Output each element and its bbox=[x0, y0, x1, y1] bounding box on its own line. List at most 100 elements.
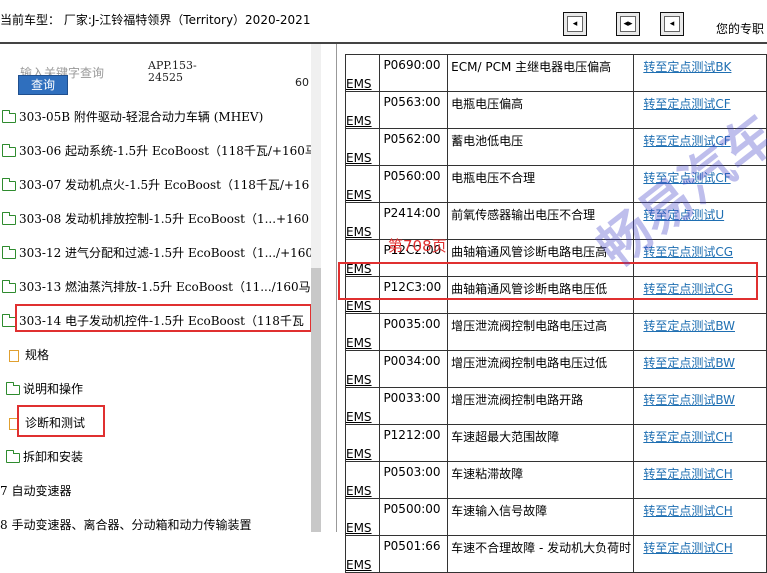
tree-item-303-05b[interactable]: 303-05B 附件驱动-轻混合动力车辆 (MHEV) bbox=[2, 108, 263, 128]
table-row: EMS P0035:00 增压泄流阀控制电路电压过高 转至定点测试BW bbox=[344, 313, 767, 351]
user-label: 您的专职 bbox=[716, 22, 765, 36]
folder-icon bbox=[2, 279, 16, 293]
pinpoint-test-link[interactable]: 转至定点测试BK bbox=[643, 60, 731, 74]
pinpoint-test-link[interactable]: 转至定点测试CF bbox=[643, 134, 730, 148]
system-cell: EMS bbox=[344, 498, 381, 536]
system-cell: EMS bbox=[344, 350, 381, 388]
tree-item-label: 303-08 发动机排放控制-1.5升 EcoBoost（1...+160 bbox=[19, 212, 309, 226]
dtc-description: 电瓶电压偏高 bbox=[447, 91, 635, 129]
system-link[interactable]: EMS bbox=[346, 188, 372, 202]
highlight-diagnosis bbox=[17, 405, 105, 437]
dtc-code: P0562:00 bbox=[379, 128, 449, 166]
dtc-description: 增压泄流阀控制电路开路 bbox=[447, 387, 635, 425]
dtc-code: P0034:00 bbox=[379, 350, 449, 388]
dtc-code: P0690:00 bbox=[379, 54, 449, 92]
system-cell: EMS bbox=[344, 128, 381, 166]
system-link[interactable]: EMS bbox=[346, 447, 372, 461]
system-link[interactable]: EMS bbox=[346, 114, 372, 128]
dtc-description: 车速超最大范围故障 bbox=[447, 424, 635, 462]
search-button[interactable]: 查询 bbox=[18, 75, 68, 95]
tree-item-303-12[interactable]: 303-12 进气分配和过滤-1.5升 EcoBoost（1.../+160 bbox=[2, 244, 313, 264]
tree-item-303-06[interactable]: 303-06 起动系统-1.5升 EcoBoost（118千瓦/+160马 bbox=[2, 142, 317, 162]
tree-item-303-08[interactable]: 303-08 发动机排放控制-1.5升 EcoBoost（1...+160 bbox=[2, 210, 309, 230]
highlight-p12c3 bbox=[338, 262, 758, 300]
folder-icon bbox=[2, 177, 16, 191]
system-link[interactable]: EMS bbox=[346, 373, 372, 387]
table-row: EMS P0560:00 电瓶电压不合理 转至定点测试CF bbox=[344, 165, 767, 203]
folder-icon bbox=[6, 449, 20, 463]
pinpoint-test-link[interactable]: 转至定点测试CF bbox=[643, 171, 730, 185]
tree-item-303-13[interactable]: 303-13 燃油蒸汽排放-1.5升 EcoBoost（11.../160马 bbox=[2, 278, 311, 298]
pinpoint-test-link[interactable]: 转至定点测试CF bbox=[643, 97, 730, 111]
tree-item-303-07[interactable]: 303-07 发动机点火-1.5升 EcoBoost（118千瓦/+16 bbox=[2, 176, 309, 196]
highlight-303-14 bbox=[15, 304, 312, 332]
tree-item-removal[interactable]: 拆卸和安装 bbox=[6, 448, 83, 468]
system-cell: EMS bbox=[344, 202, 381, 240]
dtc-code: P0563:00 bbox=[379, 91, 449, 129]
system-cell: EMS bbox=[344, 424, 381, 462]
folder-icon bbox=[6, 381, 20, 395]
tree-item-label: 说明和操作 bbox=[23, 382, 84, 396]
tree-item-label: 303-07 发动机点火-1.5升 EcoBoost（118千瓦/+16 bbox=[19, 178, 310, 192]
pinpoint-test-link[interactable]: 转至定点测试BW bbox=[643, 393, 735, 407]
folder-icon bbox=[2, 109, 16, 123]
pinpoint-test-cell: 转至定点测试CH bbox=[633, 424, 767, 462]
dtc-code: P2414:00 bbox=[379, 202, 449, 240]
system-cell: EMS bbox=[344, 461, 381, 499]
system-link[interactable]: EMS bbox=[346, 299, 372, 313]
pinpoint-test-link[interactable]: 转至定点测试BW bbox=[643, 319, 735, 333]
pinpoint-test-cell: 转至定点测试BW bbox=[633, 313, 767, 351]
pinpoint-test-cell: 转至定点测试CH bbox=[633, 498, 767, 536]
dtc-code: P0033:00 bbox=[379, 387, 449, 425]
dtc-table: EMS P0690:00 ECM/ PCM 主继电器电压偏高 转至定点测试BK EMS P… bbox=[344, 54, 767, 573]
system-link[interactable]: EMS bbox=[346, 410, 372, 424]
pinpoint-test-link[interactable]: 转至定点测试CG bbox=[643, 245, 733, 259]
pinpoint-test-link[interactable]: 转至定点测试CH bbox=[643, 430, 732, 444]
dtc-description: 电瓶电压不合理 bbox=[447, 165, 635, 203]
tree-item-specs[interactable]: 规格 bbox=[9, 346, 49, 366]
tree-scrollbar-thumb[interactable] bbox=[311, 268, 321, 532]
pinpoint-test-link[interactable]: 转至定点测试BW bbox=[643, 356, 735, 370]
pinpoint-test-cell: 转至定点测试BW bbox=[633, 350, 767, 388]
folder-icon bbox=[2, 313, 16, 327]
table-row: EMS P0563:00 电瓶电压偏高 转至定点测试CF bbox=[344, 91, 767, 129]
dtc-code: P0503:00 bbox=[379, 461, 449, 499]
table-row: EMS P2414:00 前氧传感器输出电压不合理 转至定点测试U bbox=[344, 202, 767, 240]
system-link[interactable]: EMS bbox=[346, 558, 372, 572]
fit-page-icon: ◂▸ bbox=[623, 19, 633, 29]
dtc-description: 蓄电池低电压 bbox=[447, 128, 635, 166]
system-link[interactable]: EMS bbox=[346, 521, 372, 535]
pinpoint-test-cell: 转至定点测试CF bbox=[633, 165, 767, 203]
fit-page-button[interactable]: ◂▸ bbox=[616, 12, 640, 36]
system-cell: EMS bbox=[344, 535, 381, 573]
table-row: EMS P0500:00 车速输入信号故障 转至定点测试CH bbox=[344, 498, 767, 536]
system-cell: EMS bbox=[344, 313, 381, 351]
tree-item-label: 303-06 起动系统-1.5升 EcoBoost（118千瓦/+160马 bbox=[19, 144, 317, 158]
pinpoint-test-link[interactable]: 转至定点测试U bbox=[643, 208, 724, 222]
pinpoint-test-cell: 转至定点测试CH bbox=[633, 535, 767, 573]
tree-item-description[interactable]: 说明和操作 bbox=[6, 380, 83, 400]
pinpoint-test-cell: 转至定点测试BW bbox=[633, 387, 767, 425]
system-link[interactable]: EMS bbox=[346, 336, 372, 350]
top-bar: 当前车型： 厂家:J-江铃福特领界（Territory）2020-2021 ◂ … bbox=[0, 0, 767, 44]
pinpoint-test-link[interactable]: 转至定点测试CH bbox=[643, 541, 732, 555]
pinpoint-test-cell: 转至定点测试CH bbox=[633, 461, 767, 499]
next-page-button[interactable]: ◂ bbox=[660, 12, 684, 36]
system-link[interactable]: EMS bbox=[346, 77, 372, 91]
dtc-code: P0500:00 bbox=[379, 498, 449, 536]
system-link[interactable]: EMS bbox=[346, 484, 372, 498]
pinpoint-test-link[interactable]: 转至定点测试CH bbox=[643, 467, 732, 481]
tree-item-label: 303-13 燃油蒸汽排放-1.5升 EcoBoost（11.../160马 bbox=[19, 280, 311, 294]
tree-item-label: 8 手动变速器、离合器、分动箱和动力传输装置 bbox=[0, 518, 252, 532]
system-link[interactable]: EMS bbox=[346, 151, 372, 165]
dtc-code: P0560:00 bbox=[379, 165, 449, 203]
system-link[interactable]: EMS bbox=[346, 225, 372, 239]
tree-item-label: 拆卸和安装 bbox=[23, 450, 84, 464]
dtc-description: 车速不合理故障 - 发动机大负荷时 bbox=[447, 535, 635, 573]
dtc-description: 车速粘滞故障 bbox=[447, 461, 635, 499]
pinpoint-test-link[interactable]: 转至定点测试CH bbox=[643, 504, 732, 518]
prev-page-button[interactable]: ◂ bbox=[563, 12, 587, 36]
tree-item-auto-transmission[interactable]: 7 自动变速器 bbox=[0, 482, 71, 502]
tree-item-manual-transmission[interactable]: 8 手动变速器、离合器、分动箱和动力传输装置 bbox=[0, 516, 251, 536]
dtc-description: 车速输入信号故障 bbox=[447, 498, 635, 536]
